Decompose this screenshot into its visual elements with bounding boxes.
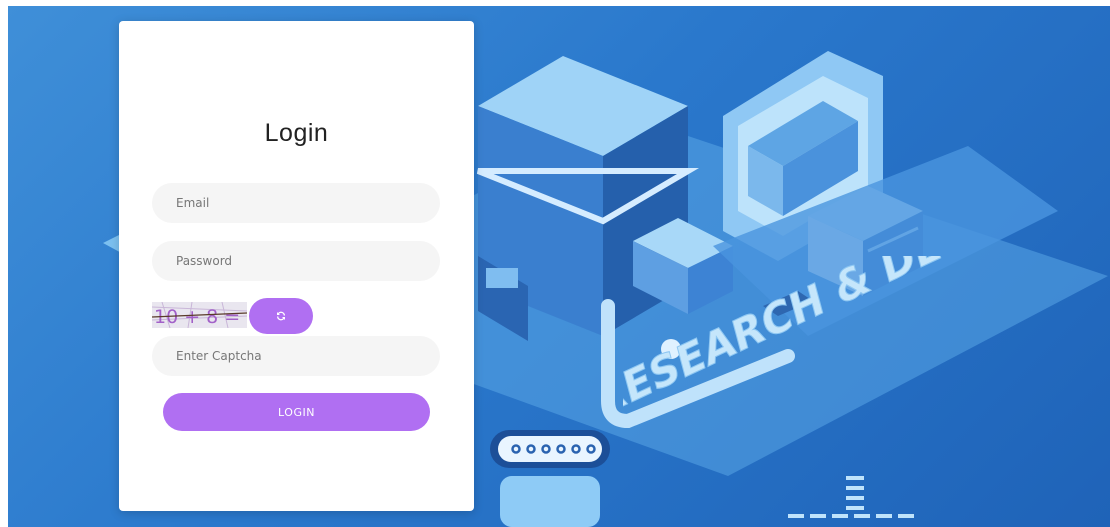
password-field[interactable] [152, 241, 440, 281]
email-field[interactable] [152, 183, 440, 223]
refresh-icon [277, 311, 285, 321]
login-button[interactable]: LOGIN [163, 393, 430, 431]
captcha-input[interactable] [152, 336, 440, 376]
captcha-image: 10 + 8 = [152, 302, 247, 328]
login-title: Login [264, 119, 329, 147]
banner-text: RESEARCH & DEVELOPMENT [623, 256, 1093, 416]
research-development-banner: RESEARCH & DEVELOPMENT [623, 256, 1093, 416]
left-panel-window [486, 268, 518, 288]
connector-base [500, 476, 600, 527]
login-card: Login 10 + 8 = LOGIN [119, 21, 474, 511]
captcha-refresh-button[interactable] [249, 298, 313, 334]
equalizer-icon [788, 476, 914, 518]
captcha-text: 10 + 8 = [154, 306, 240, 328]
